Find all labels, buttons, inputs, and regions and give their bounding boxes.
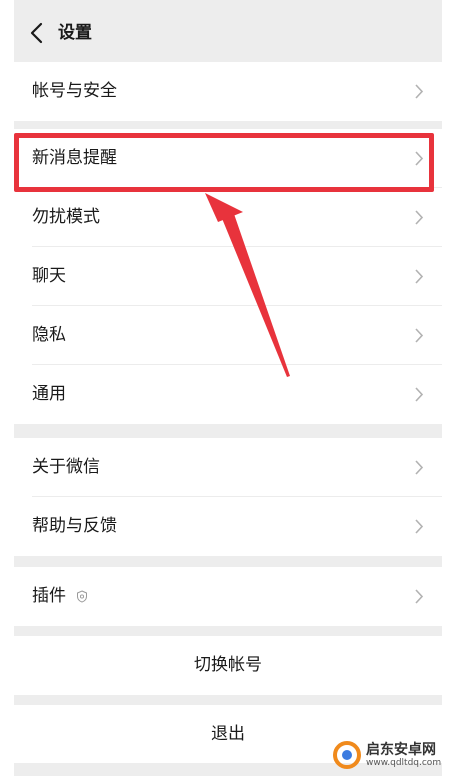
chevron-right-icon (415, 328, 424, 343)
switch-account-button[interactable]: 切换帐号 (14, 636, 442, 695)
switch-account-label: 切换帐号 (194, 655, 262, 675)
settings-item-label: 隐私 (32, 325, 66, 345)
settings-item-plugins[interactable]: 插件 (14, 567, 442, 626)
settings-item-label: 聊天 (32, 266, 66, 286)
watermark-logo-icon (333, 741, 361, 769)
back-arrow-icon[interactable] (28, 22, 46, 44)
settings-item-about-wechat[interactable]: 关于微信 (14, 438, 442, 497)
settings-item-label: 帐号与安全 (32, 81, 117, 101)
settings-item-label: 通用 (32, 384, 66, 404)
settings-item-account-security[interactable]: 帐号与安全 (14, 62, 442, 121)
chevron-right-icon (415, 460, 424, 475)
chevron-right-icon (415, 269, 424, 284)
settings-item-help-feedback[interactable]: 帮助与反馈 (14, 497, 442, 556)
settings-item-do-not-disturb[interactable]: 勿扰模式 (14, 188, 442, 247)
group-about: 关于微信 帮助与反馈 (14, 438, 442, 556)
group-account: 帐号与安全 (14, 62, 442, 121)
settings-item-label: 插件 (32, 586, 66, 606)
settings-item-label: 关于微信 (32, 457, 100, 477)
logout-label: 退出 (211, 724, 245, 744)
chevron-right-icon (415, 151, 424, 166)
chevron-right-icon (415, 519, 424, 534)
group-plugins: 插件 (14, 567, 442, 626)
watermark-brand: 启东安卓网 (366, 742, 436, 758)
chevron-right-icon (415, 84, 424, 99)
header: 设置 (14, 0, 442, 62)
chevron-right-icon (415, 589, 424, 604)
settings-panel: 设置 帐号与安全 新消息提醒 勿扰模式 聊天 隐私 通用 关于微信 帮助与反馈 … (14, 0, 442, 776)
settings-item-label: 帮助与反馈 (32, 516, 117, 536)
settings-item-chat[interactable]: 聊天 (14, 247, 442, 306)
settings-item-general[interactable]: 通用 (14, 365, 442, 424)
settings-item-label: 勿扰模式 (32, 207, 100, 227)
chevron-right-icon (415, 387, 424, 402)
chevron-right-icon (415, 210, 424, 225)
watermark: 启东安卓网 www.qdltdq.com (328, 736, 455, 776)
group-general: 新消息提醒 勿扰模式 聊天 隐私 通用 (14, 129, 442, 424)
settings-item-new-message-notification[interactable]: 新消息提醒 (14, 129, 442, 188)
shield-icon (77, 590, 87, 603)
settings-item-privacy[interactable]: 隐私 (14, 306, 442, 365)
watermark-url: www.qdltdq.com (366, 758, 442, 768)
page-title: 设置 (58, 23, 92, 43)
settings-item-label: 新消息提醒 (32, 148, 117, 168)
